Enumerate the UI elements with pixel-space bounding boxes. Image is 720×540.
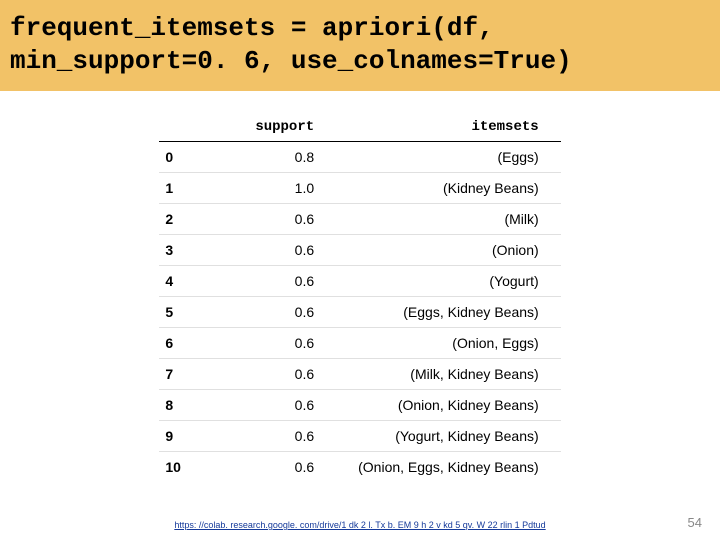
table-row: 60.6(Onion, Eggs) [159,328,560,359]
cell-support: 0.6 [233,328,336,359]
cell-itemsets: (Milk, Kidney Beans) [336,359,561,390]
cell-support: 0.6 [233,421,336,452]
code-line-1: frequent_itemsets = apriori(df, [10,12,710,45]
cell-itemsets: (Onion, Eggs) [336,328,561,359]
cell-itemsets: (Onion, Eggs, Kidney Beans) [336,452,561,483]
cell-itemsets: (Onion) [336,235,561,266]
cell-support: 0.6 [233,297,336,328]
row-index: 8 [159,390,233,421]
code-banner: frequent_itemsets = apriori(df, min_supp… [0,0,720,91]
code-line-2: min_support=0. 6, use_colnames=True) [10,45,710,78]
row-index: 5 [159,297,233,328]
cell-itemsets: (Kidney Beans) [336,173,561,204]
cell-support: 0.6 [233,359,336,390]
output-table: support itemsets 00.8(Eggs)11.0(Kidney B… [159,113,560,482]
table-row: 30.6(Onion) [159,235,560,266]
cell-support: 1.0 [233,173,336,204]
col-support: support [233,113,336,142]
table-row: 20.6(Milk) [159,204,560,235]
cell-support: 0.6 [233,452,336,483]
col-index [159,113,233,142]
table-row: 40.6(Yogurt) [159,266,560,297]
row-index: 7 [159,359,233,390]
cell-support: 0.6 [233,204,336,235]
cell-support: 0.6 [233,390,336,421]
cell-itemsets: (Yogurt) [336,266,561,297]
cell-itemsets: (Onion, Kidney Beans) [336,390,561,421]
row-index: 3 [159,235,233,266]
table-row: 50.6(Eggs, Kidney Beans) [159,297,560,328]
cell-itemsets: (Eggs) [336,142,561,173]
table-header-row: support itemsets [159,113,560,142]
cell-itemsets: (Milk) [336,204,561,235]
footer: https: //colab. research.google. com/dri… [0,520,720,530]
cell-itemsets: (Yogurt, Kidney Beans) [336,421,561,452]
table-row: 100.6(Onion, Eggs, Kidney Beans) [159,452,560,483]
row-index: 4 [159,266,233,297]
table-row: 80.6(Onion, Kidney Beans) [159,390,560,421]
cell-itemsets: (Eggs, Kidney Beans) [336,297,561,328]
page-number: 54 [688,515,702,530]
row-index: 10 [159,452,233,483]
table-row: 70.6(Milk, Kidney Beans) [159,359,560,390]
cell-support: 0.8 [233,142,336,173]
row-index: 6 [159,328,233,359]
cell-support: 0.6 [233,235,336,266]
row-index: 2 [159,204,233,235]
row-index: 1 [159,173,233,204]
source-link[interactable]: https: //colab. research.google. com/dri… [174,520,545,530]
row-index: 0 [159,142,233,173]
table-row: 90.6(Yogurt, Kidney Beans) [159,421,560,452]
table-row: 11.0(Kidney Beans) [159,173,560,204]
table-row: 00.8(Eggs) [159,142,560,173]
row-index: 9 [159,421,233,452]
output-table-wrap: support itemsets 00.8(Eggs)11.0(Kidney B… [0,113,720,482]
col-itemsets: itemsets [336,113,561,142]
cell-support: 0.6 [233,266,336,297]
